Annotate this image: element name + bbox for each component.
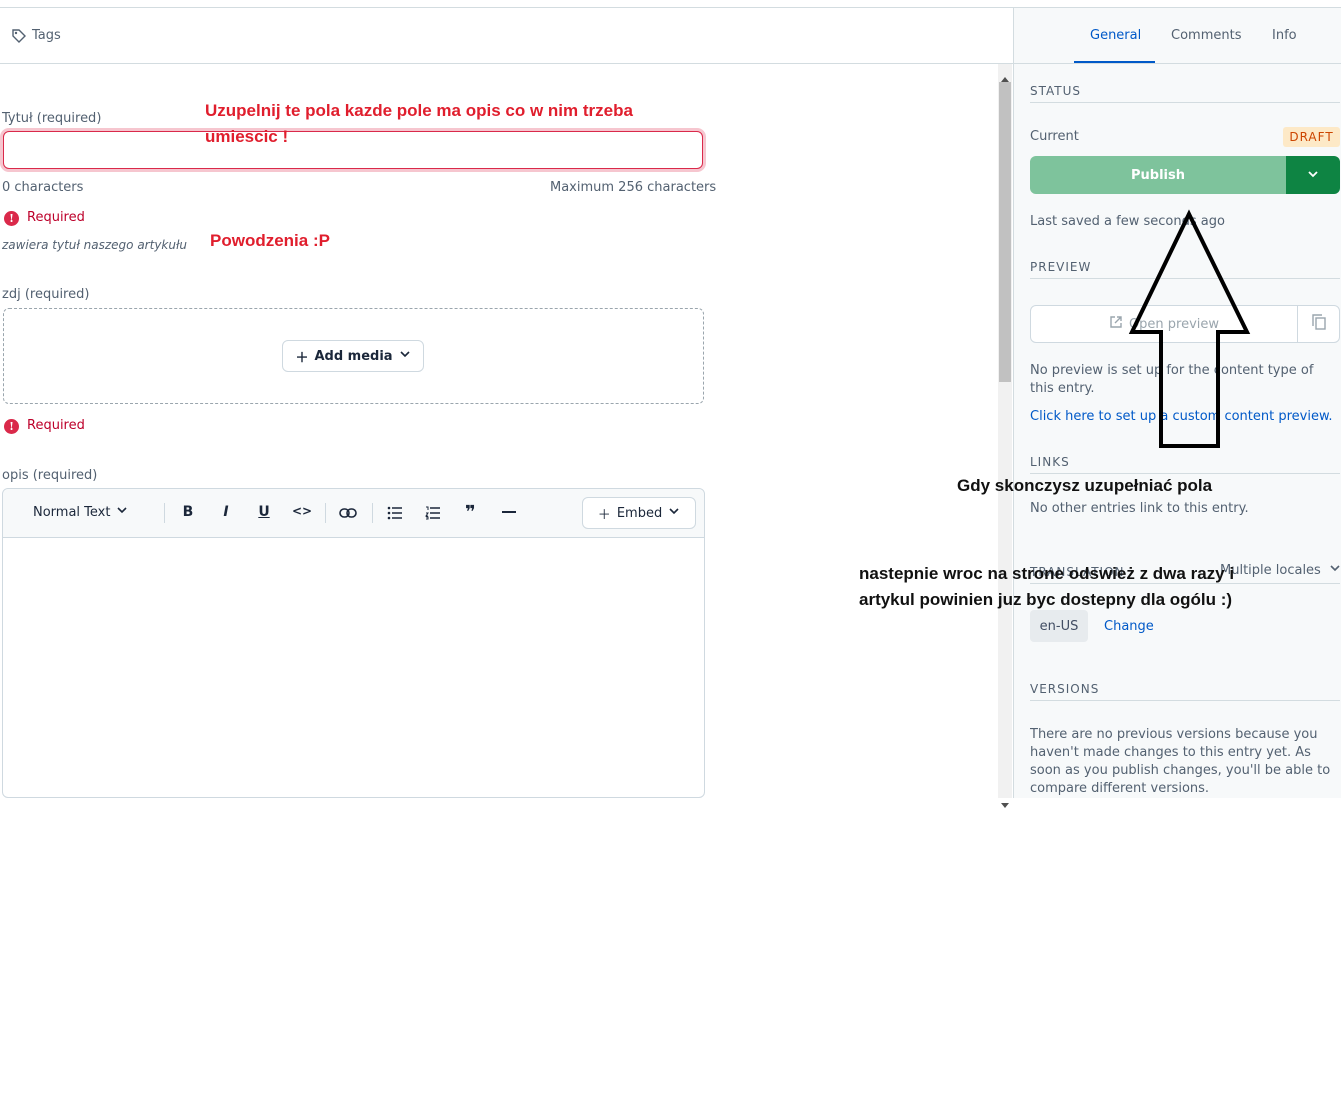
copy-icon <box>1311 314 1326 334</box>
title-max-length: Maximum 256 characters <box>550 180 717 195</box>
tag-icon <box>11 28 27 48</box>
publish-options-button[interactable] <box>1286 156 1340 194</box>
chevron-down-icon <box>1306 166 1320 185</box>
tabs-divider <box>1014 63 1341 64</box>
embed-label: Embed <box>616 505 663 521</box>
change-locale-link[interactable]: Change <box>1104 619 1154 634</box>
bulleted-list-icon[interactable] <box>387 505 403 524</box>
versions-text: There are no previous versions because y… <box>1030 727 1331 796</box>
quote-icon[interactable]: ❞ <box>465 502 476 523</box>
add-media-button[interactable]: ＋ Add media <box>282 340 424 372</box>
tab-general[interactable]: General <box>1090 28 1141 43</box>
versions-heading: VERSIONS <box>1030 682 1100 696</box>
error-icon: ! <box>4 419 19 434</box>
chevron-down-icon <box>399 348 411 364</box>
title-required-error: Required <box>27 210 85 225</box>
current-status-label: Current <box>1030 129 1079 144</box>
link-icon[interactable] <box>339 505 357 524</box>
annotation-then-return: nastepnie wroc na strone odswież z dwa r… <box>859 564 1235 609</box>
embed-button[interactable]: ＋ Embed <box>582 497 696 529</box>
status-heading: STATUS <box>1030 84 1082 98</box>
status-badge: DRAFT <box>1283 127 1340 147</box>
code-button[interactable]: <> <box>289 504 315 518</box>
external-link-icon <box>1109 315 1123 333</box>
preview-heading: PREVIEW <box>1030 260 1092 274</box>
tab-comments[interactable]: Comments <box>1171 28 1241 43</box>
description-field-label: opis (required) <box>2 468 98 483</box>
tags-bar <box>0 8 1013 64</box>
title-help-text: zawiera tytuł naszego artykułu <box>2 238 188 252</box>
text-style-dropdown[interactable]: Normal Text <box>33 504 128 520</box>
plus-icon: ＋ <box>295 350 309 366</box>
add-media-label: Add media <box>314 348 393 364</box>
copy-preview-link-button[interactable] <box>1297 305 1340 343</box>
locale-tag: en-US <box>1030 610 1088 642</box>
scroll-down-arrow-icon[interactable] <box>1001 793 1009 812</box>
toolbar-divider <box>372 503 373 523</box>
links-text: No other entries link to this entry. <box>1030 501 1249 516</box>
scroll-up-arrow-icon[interactable] <box>1001 67 1009 86</box>
toolbar-divider <box>325 503 326 523</box>
error-icon: ! <box>4 211 19 226</box>
plus-icon: ＋ <box>597 507 611 523</box>
chevron-down-icon <box>668 505 680 521</box>
toolbar-divider <box>164 503 165 523</box>
publish-button[interactable]: Publish <box>1030 156 1286 194</box>
annotation-good-luck: Powodzenia :P <box>210 231 330 250</box>
numbered-list-icon[interactable] <box>425 505 441 524</box>
annotation-up-arrow-icon <box>1128 209 1251 448</box>
tab-info[interactable]: Info <box>1272 28 1297 43</box>
image-field-label: zdj (required) <box>2 287 90 302</box>
text-style-label: Normal Text <box>33 504 111 520</box>
section-divider <box>1030 700 1340 701</box>
annotation-when-done: Gdy skonczysz uzupełniać pola <box>957 476 1213 495</box>
title-field-label: Tytuł (required) <box>2 111 102 126</box>
section-divider <box>1030 102 1340 103</box>
links-heading: LINKS <box>1030 455 1070 469</box>
horizontal-rule-icon[interactable] <box>502 511 516 513</box>
bold-button[interactable]: B <box>175 504 201 520</box>
title-char-count: 0 characters <box>2 180 84 195</box>
italic-button[interactable]: I <box>213 504 239 520</box>
chevron-down-icon <box>116 504 128 520</box>
scrollbar-thumb[interactable] <box>999 82 1011 382</box>
image-required-error: Required <box>27 418 85 433</box>
chevron-down-icon <box>1329 562 1341 578</box>
underline-button[interactable]: U <box>251 504 277 520</box>
annotation-fill-fields: Uzupelnij te pola kazde pole ma opis co … <box>205 101 633 146</box>
tags-label[interactable]: Tags <box>32 28 61 43</box>
